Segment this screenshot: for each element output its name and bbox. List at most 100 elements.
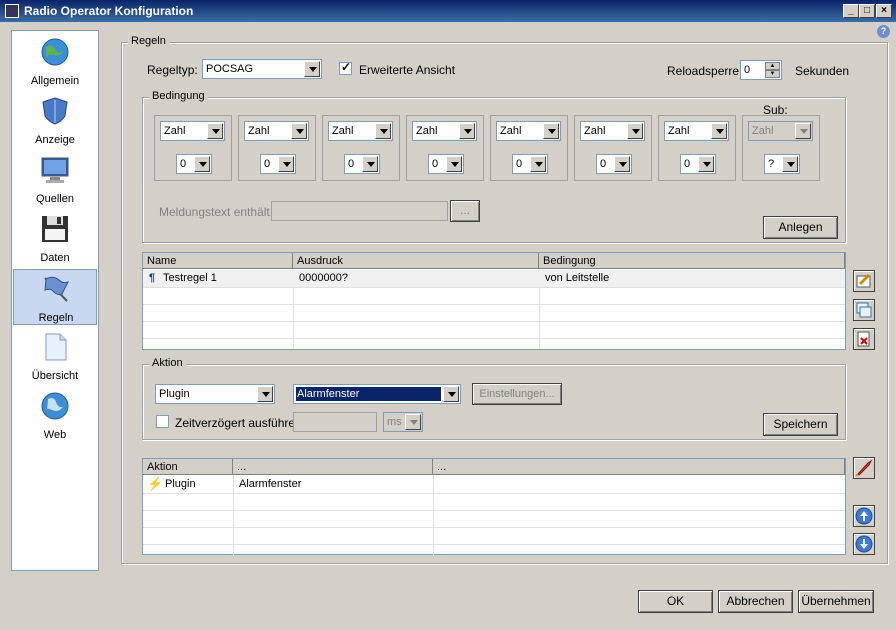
maximize-button[interactable]: □ (859, 4, 875, 18)
monitor-icon (41, 157, 69, 183)
condition-value: 0 (600, 158, 607, 170)
apply-button[interactable]: Übernehmen (798, 590, 874, 613)
chevron-down-icon (543, 123, 559, 139)
condition-value-select[interactable]: 0 (512, 154, 548, 174)
move-down-button[interactable] (853, 533, 875, 555)
chevron-down-icon (375, 123, 391, 139)
arrow-down-icon (855, 535, 873, 553)
condition-type-select[interactable]: Zahl (160, 121, 225, 141)
condition-value-select[interactable]: ? (764, 154, 800, 174)
copy-icon (856, 302, 872, 318)
condition-type-select[interactable]: Zahl (496, 121, 561, 141)
floppy-icon (42, 216, 68, 242)
table-row[interactable]: ¶ Testregel 1 0000000? von Leitstelle (143, 270, 845, 287)
column-header[interactable]: ... (233, 459, 433, 475)
sidebar-item-allgemein[interactable]: Allgemein (13, 33, 97, 91)
reload-label: Reloadsperre: (667, 64, 743, 78)
einstellungen-button[interactable]: Einstellungen... (472, 383, 562, 405)
condition-value-select[interactable]: 0 (176, 154, 212, 174)
target-value: Alarmfenster (296, 387, 441, 401)
cancel-button[interactable]: Abbrechen (718, 590, 793, 613)
condition-value-select[interactable]: 0 (260, 154, 296, 174)
condition-value: 0 (432, 158, 439, 170)
chevron-down-icon (194, 156, 210, 172)
column-header[interactable]: ... (433, 459, 845, 475)
ok-button[interactable]: OK (638, 590, 713, 613)
condition-type-value: Zahl (500, 125, 522, 137)
condition-value: ? (768, 158, 775, 170)
speichern-button[interactable]: Speichern (763, 413, 838, 436)
chevron-down-icon (627, 123, 643, 139)
condition-type-select[interactable]: Zahl (748, 121, 813, 141)
condition-value: 0 (264, 158, 271, 170)
globe-icon (41, 38, 69, 66)
chevron-down-icon (446, 156, 462, 172)
condition-type-select[interactable]: Zahl (580, 121, 645, 141)
chevron-down-icon (614, 156, 630, 172)
edit-rule-button[interactable] (853, 270, 875, 292)
reload-stepper[interactable]: 0 ▲ ▼ (740, 60, 782, 80)
chevron-down-icon (405, 414, 421, 430)
sidebar-item-uebersicht[interactable]: Übersicht (13, 328, 97, 386)
sidebar-item-web[interactable]: Web (13, 387, 97, 445)
sekunden-label: Sekunden (795, 64, 850, 78)
condition-type-select[interactable]: Zahl (664, 121, 729, 141)
plugin-select[interactable]: Plugin (155, 384, 275, 404)
condition-column: Zahl 0 (322, 115, 400, 181)
meldung-input[interactable] (271, 201, 448, 221)
erweiterte-checkbox[interactable] (339, 60, 352, 75)
column-header[interactable]: Ausdruck (293, 253, 539, 269)
sidebar-item-label: Daten (40, 252, 70, 264)
table-row[interactable]: ⚡ Plugin Alarmfenster (143, 476, 845, 493)
column-header[interactable]: Aktion (143, 459, 233, 475)
target-select[interactable]: Alarmfenster (293, 384, 461, 404)
condition-type-value: Zahl (416, 125, 438, 137)
condition-type-value: Zahl (584, 125, 606, 137)
anlegen-button[interactable]: Anlegen (763, 216, 838, 239)
unit-select[interactable]: ms (383, 412, 423, 432)
rules-table[interactable]: Name Ausdruck Bedingung ¶ Testregel 1 00… (142, 252, 846, 350)
browse-button[interactable]: ... (450, 200, 480, 222)
minimize-button[interactable]: _ (843, 4, 859, 18)
condition-type-value: Zahl (752, 125, 774, 137)
sidebar-item-label: Übersicht (31, 370, 79, 382)
condition-value-select[interactable]: 0 (680, 154, 716, 174)
help-icon[interactable]: ? (877, 25, 890, 38)
sidebar-item-regeln[interactable]: Regeln (13, 269, 97, 325)
flag-icon (44, 276, 70, 302)
chevron-down-icon (207, 123, 223, 139)
condition-value-select[interactable]: 0 (344, 154, 380, 174)
run-action-button[interactable] (853, 457, 875, 479)
condition-value-select[interactable]: 0 (428, 154, 464, 174)
rule-expression: 0000000? (299, 272, 348, 284)
sidebar-item-label: Quellen (36, 193, 74, 205)
regeltyp-label: Regeltyp: (147, 63, 198, 77)
chevron-down-icon (530, 156, 546, 172)
rule-condition: von Leitstelle (545, 272, 610, 284)
condition-column: Zahl 0 (574, 115, 652, 181)
stepper-up-icon[interactable]: ▲ (765, 62, 780, 70)
sidebar-item-quellen[interactable]: Quellen (13, 151, 97, 209)
delete-rule-button[interactable] (853, 328, 875, 350)
condition-value-select[interactable]: 0 (596, 154, 632, 174)
zeitverzoegert-label: Zeitverzögert ausführen (175, 416, 302, 430)
regeltyp-select[interactable]: POCSAG (202, 59, 322, 79)
zeitverzoegert-checkbox[interactable] (156, 415, 169, 428)
stepper-down-icon[interactable]: ▼ (765, 70, 780, 78)
rule-name: Testregel 1 (163, 272, 217, 284)
copy-rule-button[interactable] (853, 299, 875, 321)
column-header[interactable]: Bedingung (539, 253, 845, 269)
close-button[interactable]: × (876, 4, 892, 18)
sidebar-item-label: Regeln (38, 312, 74, 324)
delay-input[interactable] (293, 412, 377, 432)
sidebar-item-daten[interactable]: Daten (13, 210, 97, 268)
column-header[interactable]: Name (143, 253, 293, 269)
sidebar-item-anzeige[interactable]: Anzeige (13, 92, 97, 150)
condition-column: Zahl 0 (490, 115, 568, 181)
condition-type-select[interactable]: Zahl (412, 121, 477, 141)
actions-table[interactable]: Aktion ... ... ⚡ Plugin Alarmfenster (142, 458, 846, 555)
move-up-button[interactable] (853, 505, 875, 527)
page-icon (45, 333, 67, 361)
condition-type-select[interactable]: Zahl (244, 121, 309, 141)
condition-type-select[interactable]: Zahl (328, 121, 393, 141)
